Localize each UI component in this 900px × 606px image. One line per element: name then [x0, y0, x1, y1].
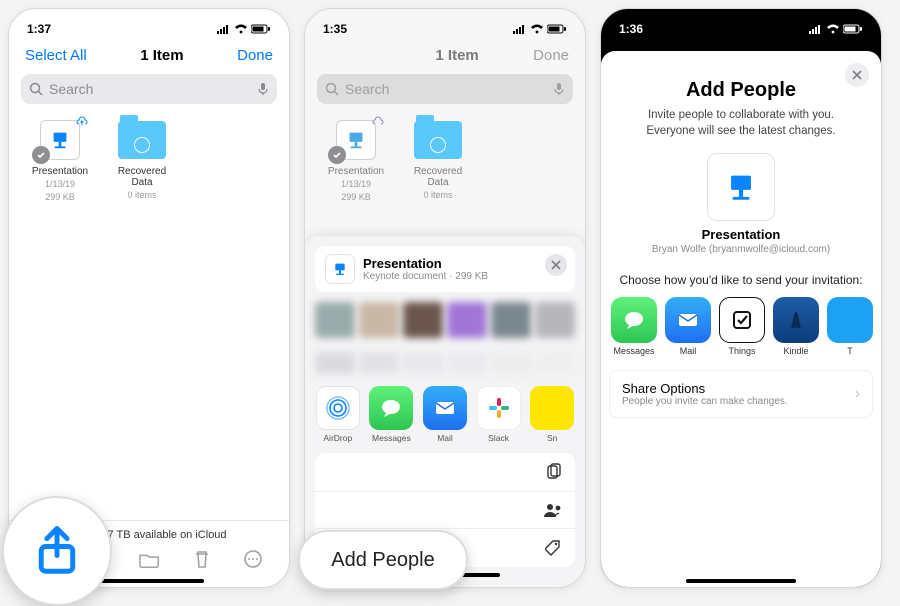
wifi-icon [826, 24, 840, 34]
status-bar: 1:36 [601, 9, 881, 39]
share-options-row[interactable]: Share Options People you invite can make… [609, 370, 873, 418]
selected-check-icon [32, 146, 50, 164]
app-airdrop[interactable]: AirDrop [315, 386, 361, 443]
keynote-file-icon [325, 254, 355, 284]
header-title: 1 Item [140, 47, 183, 64]
grid-item-folder[interactable]: Recovered Data 0 items [107, 118, 177, 203]
tag-icon [545, 539, 563, 557]
file-date: 1/13/19 [45, 179, 75, 190]
folder-name: Recovered Data [107, 166, 177, 188]
mic-icon [553, 82, 565, 96]
phone-add-people: 1:36 Add People Invite people to collabo… [600, 8, 882, 588]
doc-owner: Bryan Wolfe (bryanmwolfe@icloud.com) [601, 244, 881, 255]
invite-apps-row: Messages Mail Things Kindle T [601, 287, 881, 360]
selected-check-icon [328, 146, 346, 164]
wifi-icon [530, 24, 544, 34]
close-button[interactable] [845, 63, 869, 87]
share-icon [30, 524, 84, 578]
copy-icon [545, 463, 563, 481]
select-all-button[interactable]: Select All [25, 47, 87, 64]
file-name: Presentation [328, 166, 384, 177]
status-icons [513, 24, 567, 34]
more-icon[interactable] [243, 549, 263, 569]
keynote-file-icon [707, 153, 775, 221]
app-messages[interactable]: Messages [369, 386, 415, 443]
trash-icon[interactable] [193, 549, 211, 569]
card-heading: Add People [601, 79, 881, 102]
mic-icon[interactable] [257, 82, 269, 96]
search-field: Search [317, 74, 573, 104]
airdrop-contacts-row[interactable] [315, 292, 575, 342]
status-time: 1:37 [27, 22, 51, 36]
search-placeholder: Search [49, 81, 251, 97]
action-copy[interactable]: Copy [315, 453, 575, 492]
done-button: Done [533, 47, 569, 64]
files-header: 1 Item Done [305, 39, 585, 70]
search-icon [29, 82, 43, 96]
share-item-title: Presentation [363, 256, 488, 271]
search-icon [325, 82, 339, 96]
app-slack[interactable]: Slack [476, 386, 522, 443]
choose-label: Choose how you'd like to send your invit… [601, 273, 881, 287]
grid-item-presentation[interactable]: Presentation 1/13/19 299 KB [25, 118, 95, 203]
icloud-upload-icon [76, 116, 88, 131]
move-folder-icon[interactable] [139, 549, 161, 569]
battery-icon [843, 24, 863, 34]
app-messages[interactable]: Messages [611, 297, 657, 356]
files-header: Select All 1 Item Done [9, 39, 289, 70]
card-subtitle: Invite people to collaborate with you. E… [601, 102, 881, 139]
files-grid: Presentation 1/13/19 299 KB Recovered Da… [9, 114, 289, 207]
grid-item-folder: Recovered Data 0 items [403, 118, 473, 203]
share-apps-row: AirDrop Messages Mail Slack Sn [315, 378, 575, 447]
status-bar: 1:35 [305, 9, 585, 39]
phone-share-sheet: 1:35 1 Item Done Search [304, 8, 586, 588]
battery-icon [547, 24, 567, 34]
status-time: 1:36 [619, 22, 643, 36]
status-time: 1:35 [323, 22, 347, 36]
wifi-icon [234, 24, 248, 34]
home-indicator[interactable] [94, 579, 204, 583]
callout-add-people: Add People [298, 530, 468, 590]
app-kindle[interactable]: Kindle [773, 297, 819, 356]
done-button[interactable]: Done [237, 47, 273, 64]
file-name: Presentation [32, 166, 88, 177]
app-things[interactable]: Things [719, 297, 765, 356]
chevron-right-icon: › [855, 385, 860, 403]
signal-icon [809, 24, 823, 34]
search-placeholder: Search [345, 81, 547, 97]
file-size: 299 KB [45, 192, 75, 203]
app-mail[interactable]: Mail [665, 297, 711, 356]
action-add-people[interactable]: Add People [315, 492, 575, 529]
grid-item-presentation: Presentation 1/13/19 299 KB [321, 118, 391, 203]
close-button[interactable] [545, 254, 567, 276]
icloud-upload-icon [372, 116, 384, 131]
folder-icon [118, 121, 166, 159]
callout-label: Add People [331, 549, 434, 572]
folder-meta: 0 items [127, 190, 156, 201]
app-mail[interactable]: Mail [422, 386, 468, 443]
share-options-title: Share Options [622, 381, 788, 396]
app-more[interactable]: T [827, 297, 873, 356]
add-people-icon [543, 502, 563, 518]
folder-icon [414, 121, 462, 159]
status-icons [809, 24, 863, 34]
signal-icon [513, 24, 527, 34]
share-options-sub: People you invite can make changes. [622, 396, 788, 407]
battery-icon [251, 24, 271, 34]
app-more[interactable]: Sn [529, 386, 575, 443]
share-item-sub: Keynote document · 299 KB [363, 271, 488, 282]
header-title: 1 Item [435, 47, 478, 64]
doc-title: Presentation [601, 227, 881, 242]
folder-name: Recovered Data [403, 166, 473, 188]
home-indicator[interactable] [686, 579, 796, 583]
status-bar: 1:37 [9, 9, 289, 39]
share-sheet-header: Presentation Keynote document · 299 KB [315, 246, 575, 292]
callout-share-icon [2, 496, 112, 606]
add-people-card: Add People Invite people to collaborate … [601, 51, 881, 587]
files-grid: Presentation 1/13/19 299 KB Recovered Da… [305, 114, 585, 207]
status-icons [217, 24, 271, 34]
airdrop-contacts-row-2[interactable] [315, 342, 575, 378]
search-field[interactable]: Search [21, 74, 277, 104]
signal-icon [217, 24, 231, 34]
